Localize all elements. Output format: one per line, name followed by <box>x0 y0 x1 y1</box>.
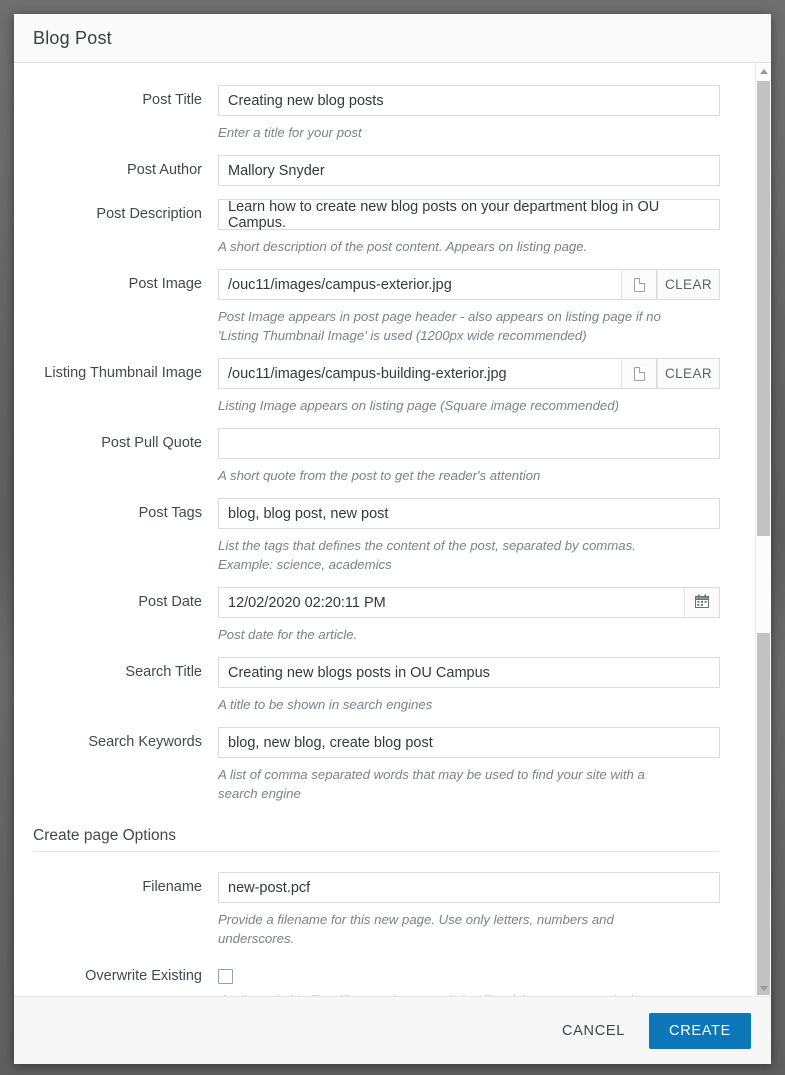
form-row: Post Description Learn how to create new … <box>14 199 755 269</box>
field-input[interactable]: blog, blog post, new post <box>218 498 720 529</box>
form-row: Filename new-post.pcf Provide a filename f… <box>14 872 755 961</box>
form-row: Search Title Creating new blogs posts in … <box>14 657 755 727</box>
field-control: Creating new blog posts Enter a title for… <box>218 85 738 155</box>
field-control: If selected, this file will overwrite an… <box>218 961 738 996</box>
browse-file-button[interactable] <box>621 358 657 389</box>
cancel-button[interactable]: CANCEL <box>548 1013 639 1049</box>
field-input[interactable]: Creating new blogs posts in OU Campus <box>218 657 720 688</box>
field-label: Post Description <box>96 206 202 222</box>
form-row: Listing Thumbnail Image/ouc11/images/cam… <box>14 358 755 428</box>
form-row: Post Author Mallory Snyder <box>14 155 755 199</box>
field-label: Post Pull Quote <box>101 435 202 451</box>
field-label: Search Keywords <box>88 734 202 750</box>
field-hint: A short quote from the post to get the r… <box>218 468 541 483</box>
file-field-group: /ouc11/images/campus-exterior.jpg CLEAR <box>218 269 720 300</box>
clear-button[interactable]: CLEAR <box>657 358 720 389</box>
create-page-options-section: Create page Options <box>14 827 719 852</box>
vertical-scrollbar[interactable] <box>755 63 771 996</box>
form-row: Overwrite Existing If selected, this file… <box>14 961 755 996</box>
field-label: Post Tags <box>138 505 202 521</box>
calendar-icon <box>695 594 709 611</box>
field-input[interactable] <box>218 428 720 459</box>
field-control: 12/02/2020 02:20:11 PM Post date for the … <box>218 587 738 657</box>
field-hint: A short description of the post content.… <box>218 239 588 254</box>
blog-post-dialog: Blog Post Post Title Creating new blog po… <box>14 14 771 1064</box>
field-label: Post Title <box>142 92 202 108</box>
field-input[interactable]: 12/02/2020 02:20:11 PM <box>218 587 684 618</box>
field-control: blog, new blog, create blog post A list o… <box>218 727 738 816</box>
dialog-body: Post Title Creating new blog posts Enter a… <box>14 63 771 996</box>
field-hint: Post date for the article. <box>218 627 358 642</box>
scroll-down-arrow-icon[interactable] <box>756 980 771 996</box>
field-control: Creating new blogs posts in OU Campus A t… <box>218 657 738 727</box>
form-row: Post Date 12/02/2020 02:20:11 PM Post date… <box>14 587 755 657</box>
form-row: Post Tags blog, blog post, new post List t… <box>14 498 755 587</box>
dialog-header: Blog Post <box>14 14 771 63</box>
clear-button[interactable]: CLEAR <box>657 269 720 300</box>
form-area: Post Title Creating new blog posts Enter a… <box>14 63 755 996</box>
field-input[interactable]: Learn how to create new blog posts on yo… <box>218 199 720 231</box>
section-divider <box>33 851 719 852</box>
field-control: /ouc11/images/campus-building-exterior.j… <box>218 358 738 428</box>
scroll-up-arrow-icon[interactable] <box>756 63 771 79</box>
field-hint: Listing Image appears on listing page (S… <box>218 398 619 413</box>
field-label: Listing Thumbnail Image <box>44 365 202 381</box>
field-input[interactable]: Mallory Snyder <box>218 155 720 186</box>
file-icon <box>633 366 645 381</box>
field-hint: A list of comma separated words that may… <box>218 767 645 801</box>
field-input[interactable]: blog, new blog, create blog post <box>218 727 720 758</box>
field-spacer <box>218 186 738 199</box>
field-control: Learn how to create new blog posts on yo… <box>218 199 738 269</box>
field-control: Mallory Snyder <box>218 155 738 199</box>
field-label: Search Title <box>125 664 202 680</box>
field-hint: A title to be shown in search engines <box>218 697 433 712</box>
file-icon <box>633 277 645 292</box>
field-control: /ouc11/images/campus-exterior.jpg CLEAR Po… <box>218 269 738 358</box>
browse-file-button[interactable] <box>621 269 657 300</box>
calendar-picker-button[interactable] <box>684 587 720 618</box>
field-input[interactable]: /ouc11/images/campus-building-exterior.j… <box>218 358 621 389</box>
date-field-group: 12/02/2020 02:20:11 PM <box>218 587 720 618</box>
field-hint: Enter a title for your post <box>218 125 362 140</box>
file-field-group: /ouc11/images/campus-building-exterior.j… <box>218 358 720 389</box>
field-label: Overwrite Existing <box>85 968 202 984</box>
field-control: A short quote from the post to get the r… <box>218 428 738 498</box>
field-label: Post Author <box>127 162 202 178</box>
field-hint: If selected, this file will overwrite an… <box>218 991 688 996</box>
scrollbar-thumb[interactable] <box>757 81 770 536</box>
field-input[interactable]: new-post.pcf <box>218 872 720 903</box>
field-hint: Provide a filename for this new page. Us… <box>218 912 614 946</box>
overwrite-existing-checkbox[interactable] <box>218 969 233 984</box>
form-row: Post Pull Quote A short quote from the po… <box>14 428 755 498</box>
section-title: Create page Options <box>33 827 177 844</box>
field-control: new-post.pcf Provide a filename for this … <box>218 872 738 961</box>
form-row: Post Image/ouc11/images/campus-exterior.… <box>14 269 755 358</box>
form-row: Post Title Creating new blog posts Enter a… <box>14 85 755 155</box>
field-label: Post Image <box>128 276 202 292</box>
field-label: Post Date <box>138 594 202 610</box>
dialog-footer: CANCEL CREATE <box>14 996 771 1064</box>
scrollbar-thumb-lower[interactable] <box>757 633 770 995</box>
dialog-title: Blog Post <box>33 27 112 48</box>
create-button[interactable]: CREATE <box>649 1012 751 1049</box>
field-hint: List the tags that defines the content o… <box>218 538 636 572</box>
field-control: blog, blog post, new post List the tags t… <box>218 498 738 587</box>
field-label: Filename <box>142 879 202 895</box>
field-input[interactable]: /ouc11/images/campus-exterior.jpg <box>218 269 621 300</box>
field-hint: Post Image appears in post page header -… <box>218 309 661 343</box>
form-row: Search Keywords blog, new blog, create bl… <box>14 727 755 816</box>
field-input[interactable]: Creating new blog posts <box>218 85 720 116</box>
